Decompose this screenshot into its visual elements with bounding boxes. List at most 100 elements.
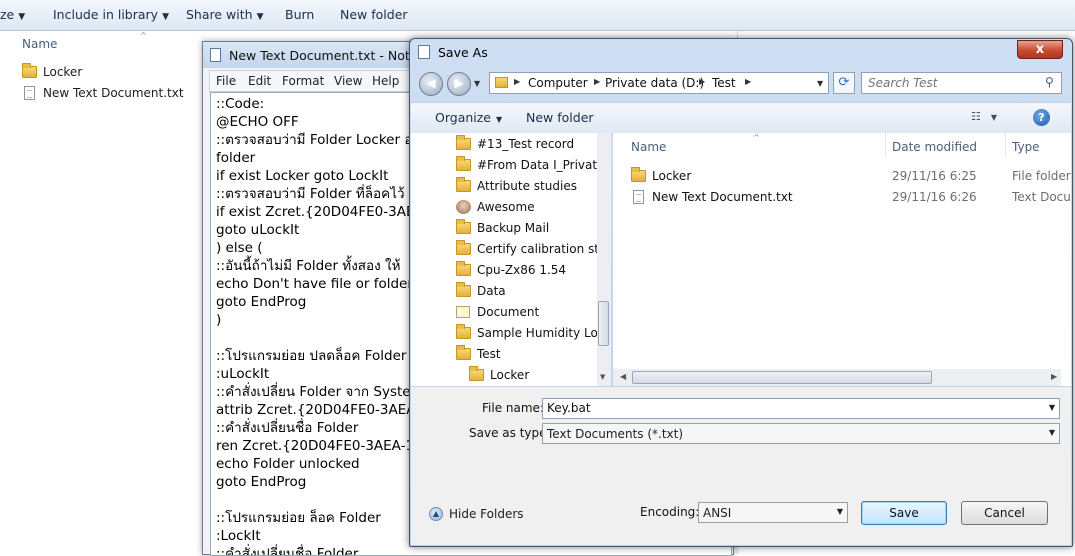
breadcrumb-arrow-icon: ▶: [594, 77, 601, 86]
search-icon: ⚲: [1045, 75, 1054, 89]
navigation-pane: #13_Test record #From Data I_Private Att…: [411, 133, 609, 386]
scroll-right-icon[interactable]: ▶: [1051, 372, 1057, 381]
file-name-label: File name:: [482, 401, 544, 415]
file-type: Text Document: [1012, 190, 1071, 204]
new-folder-button[interactable]: New folder: [340, 7, 408, 22]
hide-folders-button[interactable]: ▲ Hide Folders: [429, 507, 524, 521]
menu-view[interactable]: View: [334, 74, 362, 88]
folder-icon: [456, 219, 471, 234]
explorer-toolbar: ze ▼ Include in library ▼ Share with ▼ Burn…: [0, 0, 1075, 31]
file-name-input[interactable]: [547, 401, 986, 415]
refresh-button[interactable]: ⟳: [833, 72, 855, 94]
explorer-file-list: [0, 31, 205, 553]
organize-button[interactable]: Organize ▼: [435, 110, 502, 125]
tree-item-selected[interactable]: Test: [456, 345, 501, 361]
chevron-down-icon: ▼: [990, 113, 998, 122]
navigation-scrollbar[interactable]: [597, 133, 611, 386]
list-item[interactable]: Locker: [22, 63, 82, 79]
folder-icon: [456, 345, 471, 360]
tree-item[interactable]: Document: [456, 305, 539, 319]
tree-item[interactable]: #From Data I_Private: [456, 156, 604, 172]
column-divider: [885, 133, 886, 157]
column-header-type[interactable]: Type: [1012, 140, 1040, 154]
file-row[interactable]: Locker: [631, 167, 691, 183]
arrow-left-icon: ◀: [426, 76, 436, 90]
search-box[interactable]: ⚲: [861, 72, 1062, 94]
chevron-down-icon[interactable]: ▼: [817, 79, 823, 88]
forward-button[interactable]: ▶: [447, 72, 471, 96]
list-item[interactable]: New Text Document.txt: [22, 86, 184, 100]
command-bar: Organize ▼ New folder ☷ ▼ ?: [411, 102, 1071, 134]
close-button[interactable]: x: [1017, 40, 1063, 59]
encoding-value: ANSI: [703, 506, 732, 520]
file-date: 29/11/16 6:26: [892, 190, 977, 204]
scroll-left-icon[interactable]: ◀: [620, 372, 626, 381]
text-file-icon: [633, 190, 644, 204]
menu-help[interactable]: Help: [372, 74, 399, 88]
tree-item[interactable]: #13_Test record: [456, 135, 574, 151]
chevron-down-icon: ▼: [162, 12, 169, 22]
include-in-library-button[interactable]: Include in library ▼: [53, 7, 169, 22]
save-as-type-value: Text Documents (*.txt): [547, 427, 684, 441]
new-folder-button[interactable]: New folder: [526, 110, 594, 125]
file-row[interactable]: New Text Document.txt: [631, 190, 793, 204]
menu-edit[interactable]: Edit: [248, 74, 271, 88]
folder-icon: [631, 167, 646, 182]
share-with-button[interactable]: Share with ▼: [186, 7, 264, 22]
sort-arrow-icon: ^: [140, 31, 147, 40]
chevron-up-icon: ▲: [429, 507, 443, 521]
tree-item[interactable]: Backup Mail: [456, 219, 549, 235]
folder-icon: [456, 177, 471, 192]
organize-button[interactable]: ze ▼: [0, 7, 25, 22]
tree-item[interactable]: Cpu-Zx86 1.54: [456, 261, 566, 277]
save-button[interactable]: Save: [861, 501, 947, 525]
tree-item[interactable]: Locker: [469, 366, 529, 382]
chevron-down-icon: ▼: [1048, 428, 1055, 437]
breadcrumb-arrow-icon: ▶: [745, 77, 752, 86]
recent-locations-icon[interactable]: ▼: [474, 79, 480, 88]
tree-item[interactable]: Data: [456, 282, 506, 298]
column-header-name[interactable]: Name: [22, 37, 57, 51]
breadcrumb-computer[interactable]: Computer: [528, 76, 588, 90]
search-input[interactable]: [868, 75, 1038, 91]
tree-item[interactable]: Awesome: [456, 200, 535, 214]
save-as-type-label: Save as type:: [469, 426, 551, 440]
column-header-date-modified[interactable]: Date modified: [892, 140, 977, 154]
scroll-down-icon[interactable]: ▼: [600, 373, 605, 381]
chevron-down-icon: ▼: [18, 12, 26, 22]
arrow-right-icon: ▶: [454, 76, 464, 90]
column-header-name[interactable]: Name: [631, 140, 666, 154]
chevron-down-icon: ▼: [836, 507, 843, 516]
file-name-field[interactable]: ▼: [542, 398, 1060, 419]
encoding-select[interactable]: ANSI ▼: [698, 502, 848, 523]
sort-arrow-icon: ^: [753, 133, 760, 142]
tree-item[interactable]: Sample Humidity Logger: [456, 324, 609, 340]
navigation-scrollbar-thumb[interactable]: [598, 301, 609, 346]
save-as-type-select[interactable]: Text Documents (*.txt) ▼: [542, 423, 1060, 444]
file-date: 29/11/16 6:25: [892, 169, 977, 183]
tree-item[interactable]: Attribute studies: [456, 177, 577, 193]
view-options-button[interactable]: ☷ ▼: [971, 110, 997, 123]
tree-item[interactable]: Certify calibration staff: [456, 240, 609, 256]
notepad-icon: [210, 48, 221, 62]
column-divider: [1005, 133, 1006, 157]
user-icon: [456, 200, 471, 214]
document-icon: [456, 306, 470, 318]
breadcrumb-private-data[interactable]: Private data (D:): [605, 76, 704, 90]
chevron-down-icon[interactable]: ▼: [1049, 403, 1055, 412]
folder-icon: [456, 156, 471, 171]
menu-format[interactable]: Format: [282, 74, 324, 88]
folder-icon: [456, 324, 471, 339]
horizontal-scrollbar-thumb[interactable]: [632, 371, 932, 384]
breadcrumb-arrow-icon: ▶: [514, 77, 521, 86]
menu-file[interactable]: File: [216, 74, 236, 88]
help-button[interactable]: ?: [1033, 109, 1050, 126]
burn-button[interactable]: Burn: [285, 7, 314, 22]
file-list-pane: Name ^ Date modified Type Locker 29/11/1…: [613, 133, 1071, 386]
address-bar[interactable]: ▶ Computer ▶ Private data (D:) ▶ Test ▶ …: [489, 72, 829, 94]
breadcrumb-test[interactable]: Test: [712, 76, 736, 90]
back-button[interactable]: ◀: [419, 72, 443, 96]
folder-icon: [469, 366, 484, 381]
cancel-button[interactable]: Cancel: [961, 501, 1048, 525]
chevron-down-icon: ▼: [496, 115, 503, 124]
